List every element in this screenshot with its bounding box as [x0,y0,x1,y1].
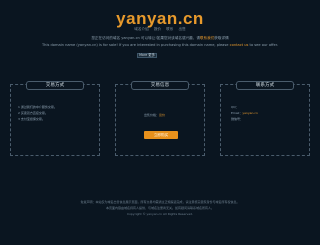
footer-copyright: Copyright © yanyan.cn All Rights Reserve… [126,212,194,216]
trade-method-card: 交易方式 1 通过我们的中介服务交易。 2 买卖双方直接交易。 3 支付宝担保交… [10,81,100,156]
contact-title: 联系方式 [236,81,294,90]
buy-now-button[interactable]: 立即购买 [144,131,178,139]
trade-method-line-2: 2 买卖双方直接交易。 [18,111,48,115]
price-value: 议价 [159,113,166,117]
trade-method-line-3: 3 支付宝担保交易。 [18,117,45,121]
more-button[interactable]: More 更多 [137,53,157,58]
notice-cn-suffix: 获取详情 [214,36,229,40]
notice-en-prefix: This domain name (yanyan.cn) is for sale… [41,43,229,47]
contact-email-row: Email：yanyan.cn [231,111,258,115]
contact-wechat: 微信号： [231,117,244,121]
nav-item-sale[interactable]: 出售 [179,27,186,31]
footer-line-2: 本页面内容由域名持有人提供，与域名注册商无关。如有疑问请联系域名所有人。 [105,206,214,210]
nav-item-intro[interactable]: 域名介绍 [134,27,148,31]
contact-qq: QQ： [231,105,239,109]
price-row: 出售价格：议价 [144,113,165,117]
footer-line-1: 免责声明：本站仅为域名出售信息展示页面，所有交易均需通过正规渠道完成，请注意核实… [80,200,240,204]
trade-method-title: 交易方式 [26,81,84,90]
sub-nav: 域名介绍 报价 联系 出售 [0,27,320,32]
notice-english: This domain name (yanyan.cn) is for sale… [10,43,310,48]
notice-chinese: 您正在访问的域名 yanyan.cn 可以转让!如果您对该域名感兴趣，请联系我们… [10,36,310,41]
contact-card: 联系方式 QQ： Email：yanyan.cn 微信号： [220,81,310,156]
notice-en-suffix: to see our offer. [249,43,279,47]
nav-item-price[interactable]: 报价 [154,27,161,31]
contact-email-label: Email： [231,111,243,115]
trade-method-line-1: 1 通过我们的中介服务交易。 [18,105,57,109]
nav-item-contact[interactable]: 联系 [166,27,173,31]
price-label: 出售价格： [144,113,160,117]
site-logo[interactable]: yanyan.cn [0,9,320,29]
trade-info-title: 交易信息 [131,81,189,90]
contact-email-value[interactable]: yanyan.cn [242,111,258,115]
contact-link-en[interactable]: contact us [230,43,249,47]
contact-link-cn[interactable]: 联系我们 [200,36,214,40]
notice-cn-prefix: 您正在访问的域名 yanyan.cn 可以转让!如果您对该域名感兴趣，请 [91,36,200,40]
trade-info-card: 交易信息 出售价格：议价 立即购买 [115,81,205,156]
